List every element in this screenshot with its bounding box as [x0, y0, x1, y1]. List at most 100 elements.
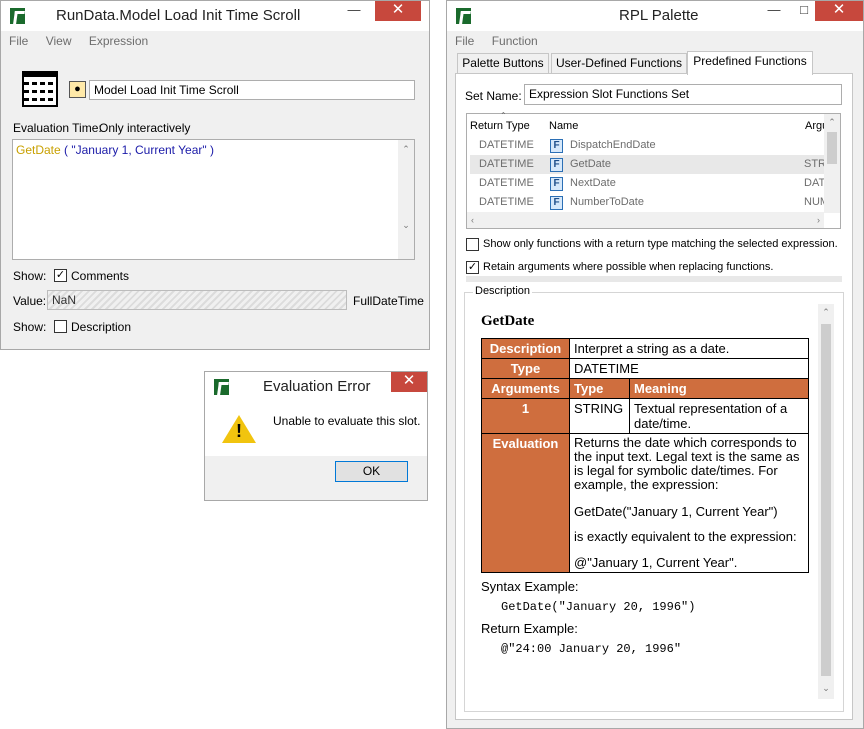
riverware-logo-icon [456, 8, 471, 24]
palette-menubar: File Function [447, 31, 863, 52]
row-name: DispatchEndDate [570, 139, 656, 151]
row-name: NumberToDate [570, 196, 644, 208]
list-item[interactable]: DATETIME F NumberToDate NUM [470, 193, 829, 212]
doc-table: Description Interpret a string as a date… [481, 338, 809, 573]
doc-type: DATETIME [569, 358, 809, 379]
function-list-hscrollbar[interactable]: ‹ › [467, 212, 824, 228]
menu-expression[interactable]: Expression [89, 34, 148, 48]
minimize-button[interactable]: — [339, 1, 369, 21]
error-message: Unable to evaluate this slot. [273, 414, 421, 428]
doc-arg-meaning-header: Meaning [629, 378, 809, 399]
function-icon: F [550, 139, 563, 153]
doc-description-header: Description [481, 338, 570, 359]
row-name: NextDate [570, 177, 616, 189]
palette-titlebar: RPL Palette — □ ✕ [447, 1, 863, 31]
error-title: Evaluation Error [263, 378, 371, 395]
slot-dialog-titlebar: RunData.Model Load Init Time Scroll — ✕ [1, 1, 429, 31]
menu-file[interactable]: File [455, 34, 474, 48]
doc-function-name: GetDate [481, 313, 535, 329]
expression-function: GetDate [16, 143, 61, 157]
doc-arg-type-header: Type [569, 378, 630, 399]
palette-title: RPL Palette [619, 7, 699, 24]
doc-evaluation-header: Evaluation [481, 433, 570, 573]
row-return-type: DATETIME [479, 196, 534, 208]
close-button[interactable]: ✕ [375, 1, 421, 21]
value-label: Value: [13, 294, 47, 308]
menu-view[interactable]: View [46, 34, 72, 48]
error-close-button[interactable]: ✕ [391, 372, 427, 392]
scroll-icon[interactable]: ● [69, 81, 86, 98]
doc-eval-p1: Returns the date which corresponds to th… [574, 435, 800, 492]
expression-open-paren: ( [60, 143, 72, 157]
doc-arguments-header: Arguments [481, 378, 570, 399]
retain-arguments-checkbox[interactable]: ✓ [466, 261, 479, 274]
doc-arg-meaning: Textual representation of a date/time. [629, 398, 809, 434]
retain-arguments-label: Retain arguments where possible when rep… [483, 261, 774, 273]
riverware-logo-icon [214, 379, 229, 395]
description-label: Description [71, 320, 132, 334]
tab-user-defined-functions[interactable]: User-Defined Functions [551, 53, 687, 74]
slot-name-field[interactable]: Model Load Init Time Scroll [89, 80, 415, 100]
col-return-type[interactable]: Return Type [470, 120, 530, 132]
function-icon: F [550, 177, 563, 191]
doc-arg-type: STRING [569, 398, 630, 434]
eval-time-label: Evaluation Time: [13, 121, 102, 135]
doc-return-example: @"24:00 January 20, 1996" [501, 642, 682, 656]
list-item[interactable]: DATETIME F DispatchEndDate [470, 136, 825, 155]
row-return-type: DATETIME [479, 177, 534, 189]
set-name-label: Set Name: [465, 89, 522, 103]
riverware-logo-icon [10, 8, 25, 24]
show-label-2: Show: [13, 320, 47, 334]
tab-palette-buttons[interactable]: Palette Buttons [457, 53, 549, 74]
divider [466, 276, 842, 282]
doc-description: Interpret a string as a date. [569, 338, 809, 359]
function-icon: F [550, 158, 563, 172]
comments-label: Comments [71, 269, 130, 283]
expression-close-paren: ) [206, 143, 214, 157]
doc-type-header: Type [481, 358, 570, 379]
expression-argument: "January 1, Current Year" [71, 143, 207, 157]
value-unit: FullDateTime [353, 294, 424, 308]
description-checkbox[interactable] [54, 320, 67, 333]
row-name: GetDate [570, 158, 611, 170]
comments-checkbox[interactable]: ✓ [54, 269, 67, 282]
doc-eval-p4: @"January 1, Current Year". [574, 555, 738, 570]
description-group-label: Description [473, 285, 533, 297]
close-button[interactable]: ✕ [815, 1, 863, 21]
eval-time-value: Only interactively [99, 121, 191, 135]
menu-file[interactable]: File [9, 34, 28, 48]
table-slot-icon [22, 71, 58, 107]
filter-return-type-label: Show only functions with a return type m… [483, 238, 838, 250]
expression-scrollbar[interactable]: ⌃ ⌄ [398, 140, 414, 259]
doc-syntax-label: Syntax Example: [481, 579, 579, 594]
warning-icon: ! [222, 415, 256, 443]
tab-predefined-functions[interactable]: Predefined Functions [687, 51, 813, 75]
list-item[interactable]: DATETIME F NextDate DATE [470, 174, 833, 193]
doc-eval-p3: is exactly equivalent to the expression: [574, 529, 797, 544]
filter-return-type-checkbox[interactable] [466, 238, 479, 251]
error-titlebar: Evaluation Error ✕ [205, 372, 427, 402]
doc-eval-p2: GetDate("January 1, Current Year") [574, 504, 778, 519]
function-list-scrollbar[interactable]: ⌃ [824, 114, 840, 213]
slot-dialog-title: RunData.Model Load Init Time Scroll [56, 7, 301, 24]
ok-button[interactable]: OK [335, 461, 408, 482]
doc-syntax-example: GetDate("January 20, 1996") [501, 600, 696, 614]
minimize-button[interactable]: — [759, 1, 789, 21]
doc-evaluation: Returns the date which corresponds to th… [569, 433, 809, 573]
function-documentation: GetDate Description Interpret a string a… [472, 303, 818, 703]
sort-indicator-icon: ⌃ [500, 111, 507, 120]
row-return-type: DATETIME [479, 158, 534, 170]
function-icon: F [550, 196, 563, 210]
list-item[interactable]: DATETIME F GetDate STRI [470, 155, 829, 174]
col-name[interactable]: Name [549, 120, 578, 132]
row-return-type: DATETIME [479, 139, 534, 151]
description-scrollbar[interactable]: ⌃ ⌄ [818, 304, 834, 699]
doc-arg-number: 1 [481, 398, 570, 434]
slot-dialog-menubar: File View Expression [1, 31, 429, 52]
expression-editor[interactable]: GetDate ( "January 1, Current Year" ) [12, 139, 415, 260]
value-field: NaN [47, 290, 347, 310]
show-label: Show: [13, 269, 47, 283]
menu-function[interactable]: Function [492, 34, 538, 48]
doc-return-label: Return Example: [481, 621, 578, 636]
set-name-field[interactable]: Expression Slot Functions Set [524, 84, 842, 105]
